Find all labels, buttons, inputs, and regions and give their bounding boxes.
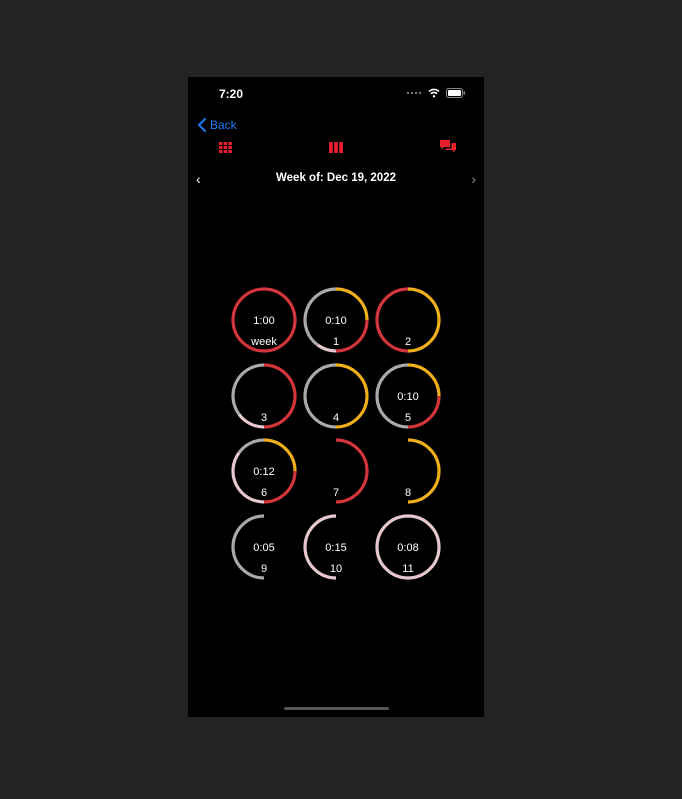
window-frame: 7:20 Back ‹ Week of: Dec 19, 2022 › 1:00… xyxy=(0,0,682,799)
day-ring[interactable]: 8 xyxy=(405,438,441,504)
ring-label: 10 xyxy=(330,563,342,575)
ring-label: 9 xyxy=(261,563,267,575)
ring-arc xyxy=(231,363,265,416)
ring-arc xyxy=(375,287,409,353)
ring-label: 7 xyxy=(333,487,339,499)
phone-screen: 7:20 Back ‹ Week of: Dec 19, 2022 › 1:00… xyxy=(188,77,484,717)
day-ring[interactable]: 7 xyxy=(333,438,369,504)
ring-label: 8 xyxy=(405,487,411,499)
ring-duration: 0:10 xyxy=(325,315,346,327)
home-indicator xyxy=(284,707,389,710)
day-ring[interactable]: 4 xyxy=(303,363,369,429)
day-ring[interactable]: 0:08 11 xyxy=(375,514,441,580)
ring-label: 6 xyxy=(261,487,267,499)
ring-duration: 0:15 xyxy=(325,542,346,554)
day-ring[interactable]: 3 xyxy=(231,363,297,429)
ring-duration: 0:05 xyxy=(253,542,274,554)
ring-duration: 0:10 xyxy=(397,391,418,403)
ring-arc xyxy=(335,438,369,504)
day-ring[interactable]: 0:05 9 xyxy=(231,514,275,580)
ring-label: 4 xyxy=(333,412,339,424)
day-ring[interactable]: 0:12 6 xyxy=(231,438,297,504)
day-ring[interactable]: 0:15 10 xyxy=(303,514,347,580)
ring-label: 1 xyxy=(333,336,339,348)
ring-arc xyxy=(407,438,441,504)
day-ring[interactable]: 2 xyxy=(375,287,441,353)
ring-label: 2 xyxy=(405,336,411,348)
ring-label: 5 xyxy=(405,412,411,424)
day-ring[interactable]: 1:00 week xyxy=(231,287,297,353)
rings-grid: 1:00week0:101 23 40:1050:126 7 80:0590:15100… xyxy=(231,287,441,580)
ring-duration: 0:12 xyxy=(253,466,274,478)
ring-label: week xyxy=(250,336,277,348)
ring-arc xyxy=(335,363,369,429)
ring-arc xyxy=(407,287,441,353)
ring-arc xyxy=(303,363,337,429)
ring-duration: 0:08 xyxy=(397,542,418,554)
ring-arc xyxy=(237,438,265,454)
ring-duration: 1:00 xyxy=(253,315,274,327)
day-ring[interactable]: 0:10 5 xyxy=(375,363,441,429)
ring-arc xyxy=(263,363,297,429)
ring-label: 3 xyxy=(261,412,267,424)
day-ring[interactable]: 0:10 1 xyxy=(303,287,369,353)
ring-label: 11 xyxy=(402,563,413,575)
